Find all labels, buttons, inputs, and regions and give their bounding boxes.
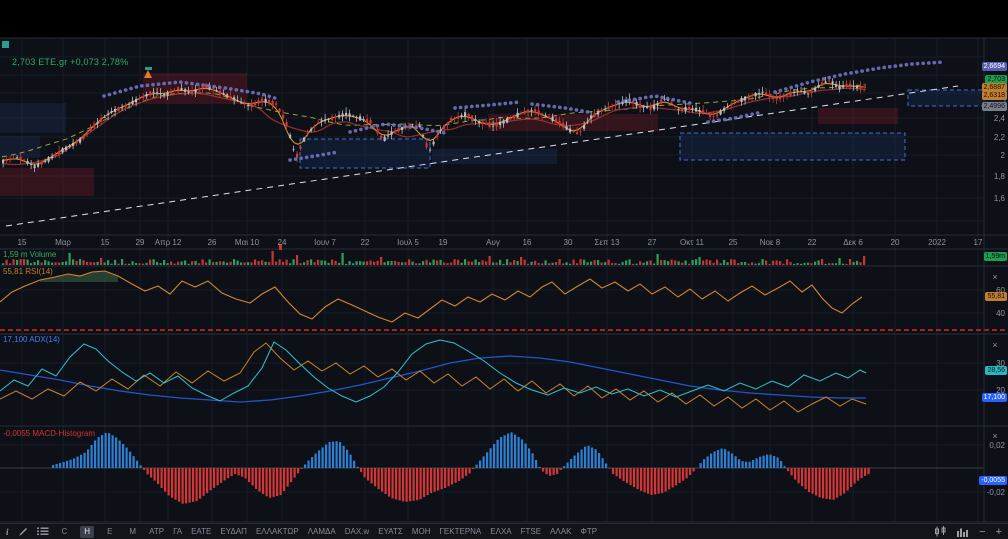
ticker-tab[interactable]: ΕΛΧΑ bbox=[490, 527, 511, 536]
time-axis-label: 17 bbox=[974, 238, 983, 247]
time-axis-label: 15 bbox=[18, 238, 27, 247]
timeframe-button-Η[interactable]: Η bbox=[80, 526, 94, 538]
toolbar-right-group: −+ bbox=[934, 526, 1002, 537]
ticker-tab[interactable]: ΕΑΤΕ bbox=[191, 527, 211, 536]
time-axis-label: 2022 bbox=[928, 238, 946, 247]
timeframe-button-Ε[interactable]: Ε bbox=[103, 526, 116, 538]
trading-chart-window: 2,703 ΕΤΕ.gr +0,073 2,78% 1,59 m Volume … bbox=[0, 0, 1008, 539]
ticker-tab[interactable]: ΑΛΑΚ bbox=[550, 527, 571, 536]
ticker-tab[interactable]: ΛΑΜΔΑ bbox=[308, 527, 336, 536]
time-axis-label: Οκτ 11 bbox=[680, 238, 704, 247]
candles-icon[interactable] bbox=[934, 526, 947, 537]
time-axis-label: 22 bbox=[361, 238, 370, 247]
symbol-legend: 2,703 ΕΤΕ.gr +0,073 2,78% bbox=[12, 57, 128, 67]
ticker-tab[interactable]: FTSE bbox=[521, 527, 541, 536]
ticker-tab[interactable]: ΕΛΛΑΚΤΩΡ bbox=[256, 527, 299, 536]
ticker-tab[interactable]: ΓΑ bbox=[173, 527, 182, 536]
histogram-icon[interactable] bbox=[957, 527, 969, 537]
time-axis-label: 24 bbox=[278, 238, 287, 247]
time-axis-label: 29 bbox=[136, 238, 145, 247]
chart-area: 2,703 ΕΤΕ.gr +0,073 2,78% 1,59 m Volume … bbox=[0, 0, 1008, 539]
time-axis-label: Νοε 8 bbox=[760, 238, 780, 247]
ticker-tab[interactable]: ΕΥΑΤΣ bbox=[378, 527, 403, 536]
time-axis-label: 26 bbox=[208, 238, 217, 247]
time-axis-label: Ιουν 7 bbox=[314, 238, 336, 247]
bottom-toolbar: i CΗΕΜ ΑΤΡ ΓΑ ΕΑΤΕ ΕΥΔΑΠ ΕΛΛΑΚΤΩΡ ΛΑΜΔΑ DAX.w ΕΥΑ… bbox=[0, 523, 1008, 539]
chart-canvas[interactable] bbox=[0, 0, 1008, 539]
time-axis-label: Σεπ 13 bbox=[594, 238, 619, 247]
price-axis[interactable] bbox=[984, 38, 1008, 522]
time-axis-label: 22 bbox=[808, 238, 817, 247]
adx-label: 17,100 ADX(14) bbox=[3, 335, 60, 344]
time-axis-label: 20 bbox=[891, 238, 900, 247]
time-axis-label: 15 bbox=[101, 238, 110, 247]
zoom-out-icon[interactable]: − bbox=[979, 527, 985, 537]
ticker-tab[interactable]: ΦΤΡ bbox=[580, 527, 597, 536]
status-indicator bbox=[2, 41, 9, 48]
time-axis-label: Δεκ 6 bbox=[843, 238, 863, 247]
macd-label: -0,0055 MACD-Histogram bbox=[3, 429, 95, 438]
time-axis-label: 25 bbox=[729, 238, 738, 247]
time-axis-label: 27 bbox=[648, 238, 657, 247]
timeframe-button-Μ[interactable]: Μ bbox=[125, 526, 140, 538]
rsi-label: 55,81 RSI(14) bbox=[3, 267, 53, 276]
info-icon[interactable]: i bbox=[6, 527, 9, 537]
time-axis-label: 16 bbox=[523, 238, 532, 247]
time-axis-label: Ιουλ 5 bbox=[397, 238, 419, 247]
ticker-tab[interactable]: ΑΤΡ bbox=[149, 527, 164, 536]
time-axis-label: Αυγ bbox=[486, 238, 500, 247]
volume-label: 1,59 m Volume bbox=[3, 250, 56, 259]
ticker-tab[interactable]: ΜΟΗ bbox=[412, 527, 431, 536]
time-axis-label: 19 bbox=[439, 238, 448, 247]
list-icon[interactable] bbox=[37, 527, 49, 536]
ticker-tab[interactable]: ΕΥΔΑΠ bbox=[220, 527, 247, 536]
zoom-in-icon[interactable]: + bbox=[996, 527, 1002, 537]
timeframe-button-C[interactable]: C bbox=[58, 526, 72, 538]
pencil-icon[interactable] bbox=[18, 527, 28, 537]
ticker-tab[interactable]: ΓΕΚΤΕΡΝΑ bbox=[440, 527, 482, 536]
time-axis-label: Μαι 10 bbox=[235, 238, 259, 247]
ticker-tab[interactable]: DAX.w bbox=[345, 527, 369, 536]
time-axis-label: Απρ 12 bbox=[155, 238, 182, 247]
time-axis-label: 30 bbox=[564, 238, 573, 247]
time-axis-label: Μαρ bbox=[55, 238, 71, 247]
